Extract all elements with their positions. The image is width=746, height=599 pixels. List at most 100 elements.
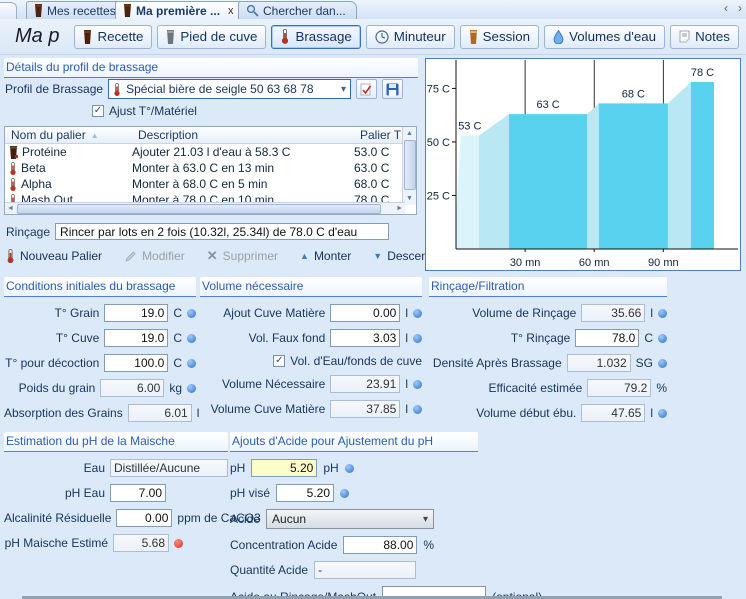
info-dot[interactable]	[413, 309, 422, 318]
info-dot[interactable]	[187, 309, 196, 318]
info-dot[interactable]	[340, 489, 349, 498]
session-button[interactable]: Session	[460, 25, 539, 49]
info-dot[interactable]	[345, 464, 354, 473]
step-temp: 68.0 C	[354, 177, 400, 191]
scroll-left-icon[interactable]: ◄	[7, 205, 14, 212]
adjust-checkbox-label: Ajust T°/Matériel	[109, 104, 197, 118]
nouveau-palier-button[interactable]: Nouveau Palier	[6, 249, 102, 263]
vol-eau-fond-checkbox[interactable]: ✓	[273, 355, 285, 367]
absorption-input[interactable]	[128, 404, 192, 422]
t-cuve-input[interactable]	[104, 329, 168, 347]
vol-eau-fond-label: Vol. d'Eau/fonds de cuve	[290, 354, 422, 368]
alcalinite-input[interactable]	[116, 509, 172, 527]
volume-ebu-input[interactable]	[581, 404, 645, 422]
mash-steps-table[interactable]: Nom du palier ▲ Description Palier T° Pr…	[4, 126, 417, 215]
faux-fond-input[interactable]	[330, 329, 400, 347]
info-dot[interactable]	[658, 334, 667, 343]
ajout-cuve-input[interactable]	[330, 304, 400, 322]
profile-combobox[interactable]: Spécial bière de seigle 50 63 68 78 ▾	[108, 79, 351, 99]
notes-button[interactable]: Notes	[670, 25, 739, 49]
monter-button[interactable]: ▲ Monter	[300, 249, 351, 263]
adjust-checkbox[interactable]: ✓	[92, 105, 104, 117]
info-dot[interactable]	[658, 359, 667, 368]
save-profile-button[interactable]	[382, 79, 403, 99]
chevron-down-icon[interactable]: ▾	[341, 84, 346, 95]
eau-input[interactable]	[110, 459, 228, 477]
volume-rincage-input[interactable]	[581, 304, 645, 322]
table-vertical-scrollbar[interactable]: ▲ ▼	[402, 127, 416, 205]
column-nom-du-palier[interactable]: Nom du palier ▲	[5, 128, 138, 142]
table-header-row: Nom du palier ▲ Description Palier T°	[5, 127, 416, 144]
pied-de-cuve-button[interactable]: Pied de cuve	[157, 25, 266, 49]
table-row[interactable]: Beta Monter à 63.0 C en 13 min 63.0 C	[5, 160, 416, 176]
column-description[interactable]: Description	[138, 128, 360, 142]
scrollbar-thumb[interactable]	[17, 204, 381, 214]
t-grain-input[interactable]	[104, 304, 168, 322]
scroll-down-icon[interactable]: ▼	[406, 195, 413, 202]
table-horizontal-scrollbar[interactable]: ◄ ►	[5, 202, 405, 214]
scrollbar-thumb[interactable]	[404, 140, 416, 190]
poids-grain-input[interactable]	[100, 379, 164, 397]
field-faux-fond: Vol. Faux fond l	[200, 329, 422, 347]
scroll-up-icon[interactable]: ▲	[406, 130, 413, 137]
quantite-input[interactable]	[314, 561, 416, 579]
tab-scroll-right-icon[interactable]: ›	[738, 1, 742, 15]
field-label: T° Grain	[4, 306, 99, 320]
svg-text:25 C: 25 C	[427, 190, 450, 202]
info-dot[interactable]	[187, 359, 196, 368]
info-dot[interactable]	[658, 309, 667, 318]
t-decoction-input[interactable]	[104, 354, 168, 372]
unit-label: C	[173, 331, 182, 345]
tab-scroll-left-icon[interactable]: ‹	[724, 1, 728, 15]
supprimer-button[interactable]: ✕ Supprimer	[207, 248, 278, 264]
unit-label: C	[173, 306, 182, 320]
warning-dot	[174, 539, 183, 548]
adjust-row: ✓ Ajust T°/Matériel	[92, 104, 197, 118]
field-label: Quantité Acide	[230, 563, 308, 577]
info-dot[interactable]	[413, 380, 422, 389]
t-rincage-input[interactable]	[575, 329, 639, 347]
info-dot[interactable]	[413, 405, 422, 414]
volume-cuve-input[interactable]	[330, 400, 400, 418]
volumes-eau-button[interactable]: Volumes d'eau	[544, 25, 665, 49]
save-icon	[386, 83, 399, 96]
densite-input[interactable]	[567, 354, 631, 372]
minuteur-button[interactable]: Minuteur	[366, 25, 455, 49]
modifier-button[interactable]: Modifier	[124, 249, 185, 263]
step-name: Alpha	[21, 177, 52, 191]
field-alcalinite: Alcalinité Résiduelle ppm de CaCO3	[4, 509, 228, 527]
brassage-button[interactable]: Brassage	[271, 25, 360, 49]
ph-vise-input[interactable]	[276, 484, 334, 502]
apply-profile-button[interactable]	[356, 79, 377, 99]
profile-row: Profil de Brassage Spécial bière de seig…	[5, 79, 417, 99]
info-dot[interactable]	[187, 334, 196, 343]
ph-estime-input[interactable]	[113, 534, 169, 552]
table-row[interactable]: Alpha Monter à 68.0 C en 5 min 68.0 C	[5, 176, 416, 192]
tab-ma-premiere[interactable]: Ma première ... x	[115, 1, 245, 19]
rincage-row: Rinçage	[6, 223, 389, 240]
filtration-header: Rinçage/Filtration	[429, 277, 667, 297]
column-palier-t[interactable]: Palier T°	[360, 128, 406, 142]
field-label: Concentration Acide	[230, 538, 337, 552]
scroll-right-icon[interactable]: ►	[396, 205, 403, 212]
acide-combobox[interactable]: Aucun ▾	[266, 509, 434, 529]
palier-actions: Nouveau Palier Modifier ✕ Supprimer ▲ Mo…	[6, 248, 445, 264]
unit-label: pH	[323, 461, 338, 475]
info-dot[interactable]	[413, 334, 422, 343]
field-volume-cuve: Volume Cuve Matière l	[200, 400, 422, 418]
efficacite-input[interactable]	[587, 379, 651, 397]
info-dot[interactable]	[187, 384, 196, 393]
ph-input[interactable]	[251, 459, 317, 477]
rincage-input[interactable]	[55, 223, 389, 240]
table-row[interactable]: Protéine Ajouter 21.03 l d'eau à 58.3 C …	[5, 144, 416, 160]
volume-necessaire-input[interactable]	[330, 375, 400, 393]
profile-combobox-value: Spécial bière de seigle 50 63 68 78	[126, 82, 313, 96]
tab-close-icon[interactable]: x	[228, 5, 234, 17]
step-description: Monter à 68.0 C en 5 min	[132, 177, 354, 191]
thermometer-icon	[280, 29, 290, 44]
tab-chercher[interactable]: Chercher dan...	[238, 1, 357, 19]
info-dot[interactable]	[658, 409, 667, 418]
recette-button[interactable]: Recette	[74, 25, 152, 49]
ph-eau-input[interactable]	[110, 484, 166, 502]
concentration-input[interactable]	[343, 536, 417, 554]
